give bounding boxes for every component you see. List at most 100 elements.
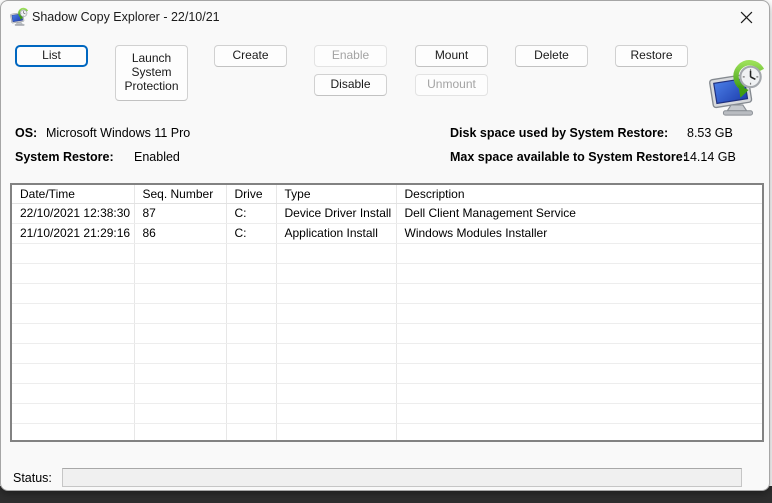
table-cell (12, 283, 134, 303)
table-cell (12, 363, 134, 383)
system-restore-label: System Restore: (15, 150, 114, 164)
shadow-copies-table: Date/TimeSeq. NumberDriveTypeDescription… (10, 183, 764, 442)
create-button[interactable]: Create (214, 45, 287, 67)
close-button[interactable] (725, 2, 767, 32)
table-cell[interactable]: Windows Modules Installer (396, 223, 762, 243)
table-cell (226, 383, 276, 403)
empty-table-row (12, 363, 762, 383)
table-cell (226, 403, 276, 423)
table-cell (12, 343, 134, 363)
max-space-available-label: Max space available to System Restore: (450, 150, 687, 164)
table-cell (276, 363, 396, 383)
empty-table-row (12, 303, 762, 323)
table-cell (226, 243, 276, 263)
empty-table-row (12, 263, 762, 283)
table-cell[interactable]: 87 (134, 203, 226, 223)
table-row[interactable]: 21/10/2021 21:29:1686C:Application Insta… (12, 223, 762, 243)
disable-button[interactable]: Disable (314, 74, 387, 96)
table-cell (276, 343, 396, 363)
table-cell (396, 383, 762, 403)
window-title: Shadow Copy Explorer - 22/10/21 (32, 1, 220, 33)
table-cell (134, 323, 226, 343)
table-cell (134, 363, 226, 383)
empty-table-row (12, 243, 762, 263)
table-cell[interactable]: 86 (134, 223, 226, 243)
table-cell (12, 383, 134, 403)
empty-table-row (12, 383, 762, 403)
launch-system-protection-button[interactable]: Launch System Protection (115, 45, 188, 101)
table-cell (134, 303, 226, 323)
disk-space-used-value: 8.53 GB (687, 126, 733, 140)
table-cell (396, 423, 762, 442)
column-header[interactable]: Date/Time (12, 185, 134, 203)
table-cell (276, 283, 396, 303)
table-cell (396, 343, 762, 363)
table-cell (226, 323, 276, 343)
table-cell (226, 303, 276, 323)
restore-button[interactable]: Restore (615, 45, 688, 67)
table-row[interactable]: 22/10/2021 12:38:3087C:Device Driver Ins… (12, 203, 762, 223)
table-cell (396, 323, 762, 343)
table-cell (134, 263, 226, 283)
unmount-button[interactable]: Unmount (415, 74, 488, 96)
os-value: Microsoft Windows 11 Pro (46, 126, 190, 140)
table-cell[interactable]: 21/10/2021 21:29:16 (12, 223, 134, 243)
table-cell (276, 303, 396, 323)
table-cell[interactable]: 22/10/2021 12:38:30 (12, 203, 134, 223)
table-cell (276, 323, 396, 343)
table-cell (396, 363, 762, 383)
column-header[interactable]: Type (276, 185, 396, 203)
table-cell[interactable]: Dell Client Management Service (396, 203, 762, 223)
table-cell (12, 303, 134, 323)
table-cell (396, 303, 762, 323)
table-cell (12, 423, 134, 442)
table-cell (12, 243, 134, 263)
empty-table-row (12, 403, 762, 423)
table-cell (276, 243, 396, 263)
empty-table-row (12, 283, 762, 303)
table-cell[interactable]: C: (226, 223, 276, 243)
table-cell (134, 283, 226, 303)
table-cell (134, 423, 226, 442)
empty-table-row (12, 423, 762, 442)
table-cell[interactable]: C: (226, 203, 276, 223)
table-cell (134, 403, 226, 423)
table-cell (276, 403, 396, 423)
column-header[interactable]: Description (396, 185, 762, 203)
system-restore-icon (705, 60, 767, 117)
list-button[interactable]: List (15, 45, 88, 67)
titlebar: Shadow Copy Explorer - 22/10/21 (1, 1, 769, 33)
table-cell (226, 283, 276, 303)
max-space-available-value: 14.14 GB (683, 150, 736, 164)
table-cell (226, 423, 276, 442)
disk-space-used-label: Disk space used by System Restore: (450, 126, 668, 140)
table-cell (276, 383, 396, 403)
empty-table-row (12, 343, 762, 363)
enable-button[interactable]: Enable (314, 45, 387, 67)
table-cell[interactable]: Application Install (276, 223, 396, 243)
shadow-copy-explorer-window: Shadow Copy Explorer - 22/10/21 List Lau… (0, 0, 770, 491)
column-header[interactable]: Seq. Number (134, 185, 226, 203)
delete-button[interactable]: Delete (515, 45, 588, 67)
table-cell (396, 403, 762, 423)
table-cell[interactable]: Device Driver Install (276, 203, 396, 223)
app-icon (9, 7, 29, 27)
system-restore-value: Enabled (134, 150, 180, 164)
table-cell (134, 383, 226, 403)
table-cell (276, 263, 396, 283)
table-cell (134, 343, 226, 363)
table-cell (226, 343, 276, 363)
column-header[interactable]: Drive (226, 185, 276, 203)
table-cell (396, 243, 762, 263)
mount-button[interactable]: Mount (415, 45, 488, 67)
table-cell (12, 323, 134, 343)
table-cell (396, 263, 762, 283)
table-cell (12, 403, 134, 423)
table-cell (134, 243, 226, 263)
table-cell (226, 363, 276, 383)
close-icon (740, 11, 753, 24)
table-cell (396, 283, 762, 303)
table-cell (226, 263, 276, 283)
empty-table-row (12, 323, 762, 343)
table-cell (12, 263, 134, 283)
